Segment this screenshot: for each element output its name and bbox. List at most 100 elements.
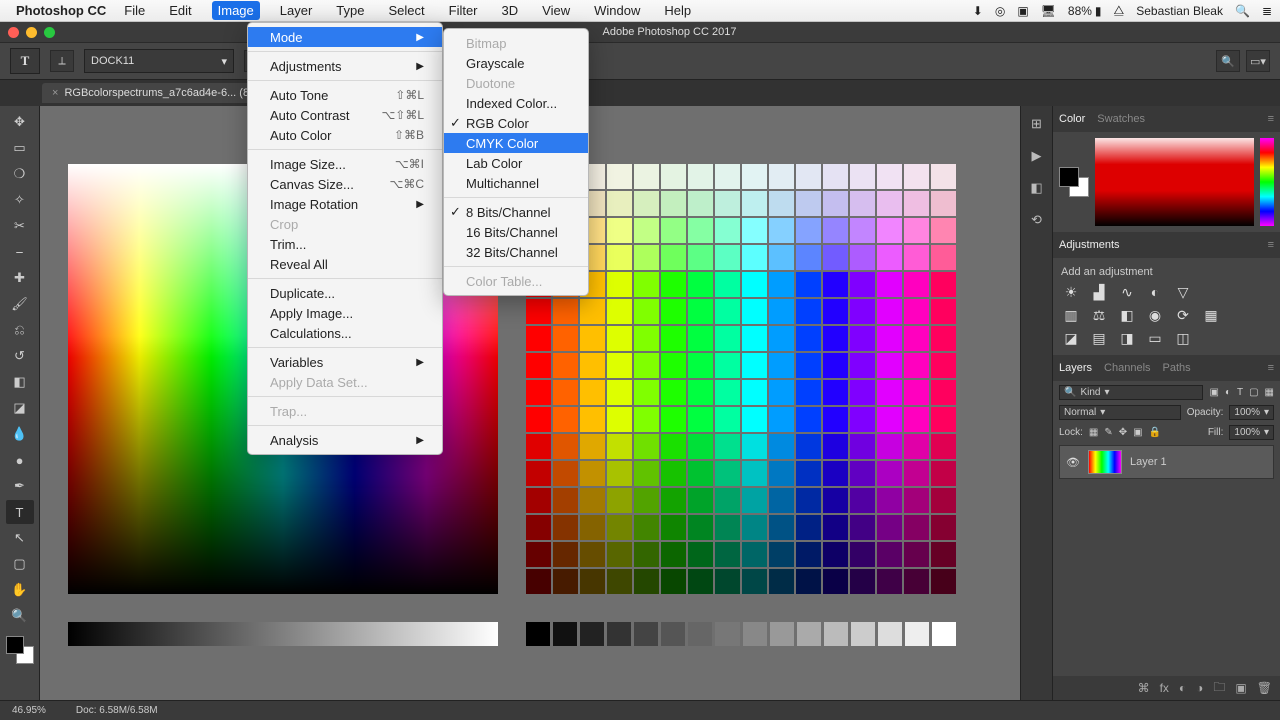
menu-item-multichannel[interactable]: Multichannel (444, 173, 588, 193)
lock-transparent-icon[interactable]: ▦ (1089, 427, 1098, 438)
eraser-tool[interactable]: ◧ (6, 370, 34, 394)
menu-window[interactable]: Window (590, 1, 644, 20)
color-ramp[interactable] (1095, 138, 1254, 226)
fill-field[interactable]: 100% ▾ (1229, 425, 1274, 440)
hue-strip[interactable] (1260, 138, 1274, 226)
tab-swatches[interactable]: Swatches (1097, 113, 1145, 125)
foreground-background-colors[interactable] (6, 636, 34, 664)
tab-color[interactable]: Color (1059, 113, 1085, 125)
menu-type[interactable]: Type (332, 1, 368, 20)
menu-filter[interactable]: Filter (445, 1, 482, 20)
eyedropper-tool[interactable]: ⎯ (6, 240, 34, 264)
balance-icon[interactable]: ⚖ (1089, 307, 1109, 324)
menu-item-32-bits-channel[interactable]: 32 Bits/Channel (444, 242, 588, 262)
photo-filter-icon[interactable]: ◉ (1145, 307, 1165, 324)
cc-icon[interactable]: ◎ (995, 4, 1005, 18)
type-tool[interactable]: T (6, 500, 34, 524)
menu-help[interactable]: Help (660, 1, 695, 20)
menu-item-adjustments[interactable]: Adjustments▶ (248, 56, 442, 76)
history-brush-tool[interactable]: ↺ (6, 344, 34, 368)
menu-item-trim[interactable]: Trim... (248, 234, 442, 254)
menu-item-analysis[interactable]: Analysis▶ (248, 430, 442, 450)
bw-icon[interactable]: ◧ (1117, 307, 1137, 324)
tab-channels[interactable]: Channels (1104, 362, 1150, 374)
tab-layers[interactable]: Layers (1059, 362, 1092, 374)
menu-image[interactable]: Image (212, 1, 260, 20)
menu-item-mode[interactable]: Mode▶ (248, 27, 442, 47)
layer-name[interactable]: Layer 1 (1130, 456, 1167, 468)
minimize-window-button[interactable] (26, 27, 37, 38)
menu-item-auto-tone[interactable]: Auto Tone⇧⌘L (248, 85, 442, 105)
link-layers-icon[interactable]: ⌘ (1138, 681, 1150, 695)
battery-status[interactable]: 88% ▮ (1068, 4, 1102, 18)
panel-icon-2[interactable]: ▶ (1032, 148, 1042, 164)
lasso-tool[interactable]: ❍ (6, 162, 34, 186)
crop-tool[interactable]: ✂ (6, 214, 34, 238)
lock-all-icon[interactable]: 🔒 (1149, 427, 1161, 438)
panel-icon-3[interactable]: ◧ (1030, 180, 1042, 196)
lock-position-icon[interactable]: ✥ (1119, 427, 1127, 438)
hue-icon[interactable]: ▥ (1061, 307, 1081, 324)
opacity-field[interactable]: 100% ▾ (1229, 405, 1274, 420)
filter-type-icon[interactable]: T (1237, 387, 1243, 398)
close-tab-icon[interactable]: × (52, 87, 58, 99)
path-selection-tool[interactable]: ↖ (6, 526, 34, 550)
blur-tool[interactable]: 💧 (6, 422, 34, 446)
filter-smart-icon[interactable]: ▦ (1265, 387, 1274, 398)
menu-item-8-bits-channel[interactable]: ✓8 Bits/Channel (444, 202, 588, 222)
layer-group-icon[interactable]: 🗀 (1213, 678, 1225, 699)
wifi-icon[interactable]: ⧋ (1114, 3, 1125, 18)
menu-layer[interactable]: Layer (276, 1, 317, 20)
menu-select[interactable]: Select (384, 1, 428, 20)
dodge-tool[interactable]: ● (6, 448, 34, 472)
menu-item-grayscale[interactable]: Grayscale (444, 53, 588, 73)
layer-filter-kind[interactable]: 🔍 Kind ▾ (1059, 385, 1203, 400)
healing-brush-tool[interactable]: ✚ (6, 266, 34, 290)
curves-icon[interactable]: ∿ (1117, 284, 1137, 301)
user-name[interactable]: Sebastian Bleak (1136, 4, 1223, 18)
channel-mixer-icon[interactable]: ⟳ (1173, 307, 1193, 324)
move-tool[interactable]: ✥ (6, 110, 34, 134)
options-tool-indicator[interactable]: T (10, 48, 40, 74)
document-tab[interactable]: × RGBcolorspectrums_a7c6ad4e-6... (8) * (42, 83, 270, 103)
threshold-icon[interactable]: ◨ (1117, 330, 1137, 347)
cloud-icon[interactable]: ⬇︎ (973, 4, 983, 18)
marquee-tool[interactable]: ▭ (6, 136, 34, 160)
menu-item-indexed-color[interactable]: Indexed Color... (444, 93, 588, 113)
lock-artboard-icon[interactable]: ▣ (1133, 427, 1142, 438)
posterize-icon[interactable]: ▤ (1089, 330, 1109, 347)
display-icon[interactable]: ▣ (1017, 4, 1028, 18)
filter-pixel-icon[interactable]: ▣ (1209, 387, 1218, 398)
menu-file[interactable]: File (120, 1, 149, 20)
search-button[interactable]: 🔍 (1216, 50, 1240, 72)
font-family-field[interactable]: DOCK11 ▾ (84, 49, 234, 73)
panel-icon-1[interactable]: ⊞ (1031, 116, 1042, 132)
panel-menu-icon[interactable]: ≡ (1268, 362, 1274, 374)
panel-icon-4[interactable]: ⟲ (1031, 212, 1042, 228)
layer-mask-icon[interactable]: ◐ (1179, 681, 1186, 695)
menu-item-cmyk-color[interactable]: CMYK Color (444, 133, 588, 153)
maximize-window-button[interactable] (44, 27, 55, 38)
menu-item-variables[interactable]: Variables▶ (248, 352, 442, 372)
gradient-tool[interactable]: ◪ (6, 396, 34, 420)
layer-fx-icon[interactable]: fx (1160, 681, 1169, 695)
tab-paths[interactable]: Paths (1163, 362, 1191, 374)
menu-item-16-bits-channel[interactable]: 16 Bits/Channel (444, 222, 588, 242)
menu-item-image-rotation[interactable]: Image Rotation▶ (248, 194, 442, 214)
menu-item-auto-contrast[interactable]: Auto Contrast⌥⇧⌘L (248, 105, 442, 125)
menu-extras-icon[interactable]: ≣ (1262, 4, 1272, 18)
panel-menu-icon[interactable]: ≡ (1268, 239, 1274, 251)
app-name[interactable]: Photoshop CC (16, 3, 106, 18)
tab-adjustments[interactable]: Adjustments (1059, 239, 1120, 251)
layer-thumbnail[interactable] (1088, 450, 1122, 474)
new-layer-icon[interactable]: ▣ (1235, 681, 1246, 695)
zoom-level[interactable]: 46.95% (12, 705, 46, 716)
screen-icon[interactable]: 🖥 (1041, 4, 1056, 18)
invert-icon[interactable]: ◪ (1061, 330, 1081, 347)
brush-tool[interactable]: 🖌 (6, 292, 34, 316)
brightness-icon[interactable]: ☀ (1061, 284, 1081, 301)
lock-paint-icon[interactable]: ✎ (1104, 427, 1112, 438)
filter-adjust-icon[interactable]: ◐ (1225, 387, 1231, 398)
rectangle-tool[interactable]: ▢ (6, 552, 34, 576)
layer-item[interactable]: 👁 Layer 1 (1059, 445, 1274, 479)
